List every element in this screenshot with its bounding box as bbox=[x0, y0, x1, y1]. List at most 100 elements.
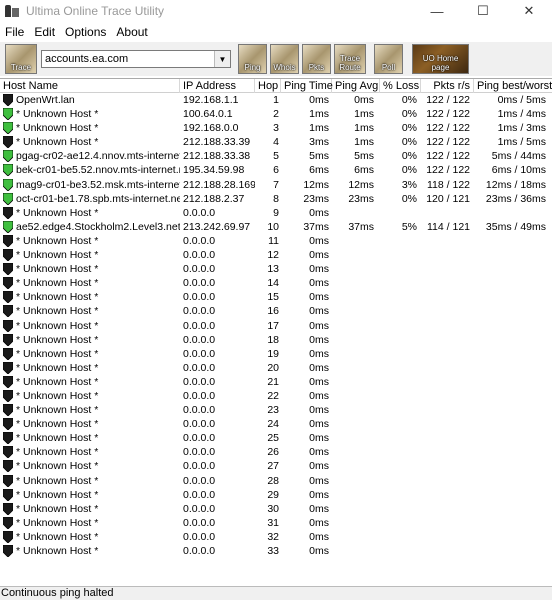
close-icon[interactable]: ✕ bbox=[506, 0, 552, 22]
cell-pkts bbox=[421, 333, 470, 347]
cell-pkts bbox=[421, 234, 470, 248]
table-row[interactable]: * Unknown Host * 192.168.0.0 3 1ms 1ms 0% 122 … bbox=[0, 121, 552, 135]
table-row[interactable]: * Unknown Host * 0.0.0.0 18 0ms bbox=[0, 333, 552, 347]
trace-rows: OpenWrt.lan 192.168.1.1 1 0ms 0ms 0% 122 / 122… bbox=[0, 93, 552, 558]
cell-ping-avg: 5ms bbox=[354, 150, 374, 163]
table-row[interactable]: * Unknown Host * 0.0.0.0 9 0ms bbox=[0, 206, 552, 220]
cell-pkts: 122 / 122 bbox=[426, 108, 470, 121]
table-row[interactable]: * Unknown Host * 0.0.0.0 17 0ms bbox=[0, 319, 552, 333]
col-ip-address[interactable]: IP Address bbox=[180, 79, 255, 93]
table-row[interactable]: * Unknown Host * 0.0.0.0 19 0ms bbox=[0, 347, 552, 361]
cell-ip: 0.0.0.0 bbox=[183, 432, 216, 445]
host-combo[interactable]: accounts.ea.com ▼ bbox=[41, 50, 231, 68]
cell-host: * Unknown Host * bbox=[16, 249, 99, 262]
table-row[interactable]: * Unknown Host * 0.0.0.0 25 0ms bbox=[0, 431, 552, 445]
table-row[interactable]: * Unknown Host * 0.0.0.0 30 0ms bbox=[0, 502, 552, 516]
cell-loss bbox=[380, 459, 417, 473]
table-row[interactable]: * Unknown Host * 0.0.0.0 21 0ms bbox=[0, 375, 552, 389]
table-row[interactable]: bek-cr01-be5.52.nnov.mts-internet.net 195… bbox=[0, 163, 552, 177]
table-row[interactable]: OpenWrt.lan 192.168.1.1 1 0ms 0ms 0% 122 / 122… bbox=[0, 93, 552, 107]
col-pkts[interactable]: Pkts r/s bbox=[421, 79, 474, 93]
trace-route-button[interactable]: Trace Route bbox=[334, 44, 366, 74]
table-row[interactable]: * Unknown Host * 100.64.0.1 2 1ms 1ms 0% 122 /… bbox=[0, 107, 552, 121]
table-row[interactable]: mag9-cr01-be3.52.msk.mts-internet.net212… bbox=[0, 178, 552, 192]
cell-ping-time: 0ms bbox=[309, 291, 329, 304]
cell-host: bek-cr01-be5.52.nnov.mts-internet.net bbox=[16, 164, 180, 177]
col-loss[interactable]: % Loss bbox=[380, 79, 421, 93]
table-row[interactable]: * Unknown Host * 0.0.0.0 22 0ms bbox=[0, 389, 552, 403]
cell-loss: 3% bbox=[401, 178, 417, 191]
col-hop[interactable]: Hop bbox=[255, 79, 281, 93]
cell-host: ae52.edge4.Stockholm2.Level3.net bbox=[16, 220, 180, 233]
cell-loss bbox=[380, 389, 417, 403]
cell-best-worst bbox=[474, 206, 546, 220]
cell-ip: 0.0.0.0 bbox=[183, 446, 216, 459]
cell-best-worst: 1ms / 5ms bbox=[497, 136, 546, 149]
table-row[interactable]: * Unknown Host * 0.0.0.0 20 0ms bbox=[0, 361, 552, 375]
col-ping-best-worst[interactable]: Ping best/worst bbox=[474, 79, 552, 93]
cell-ip: 0.0.0.0 bbox=[183, 545, 216, 557]
table-row[interactable]: * Unknown Host * 0.0.0.0 12 0ms bbox=[0, 248, 552, 262]
cell-host: * Unknown Host * bbox=[16, 108, 99, 121]
col-ping-avg[interactable]: Ping Avg bbox=[332, 79, 380, 93]
cell-best-worst bbox=[474, 389, 546, 403]
cell-ping-time: 23ms bbox=[303, 192, 329, 205]
table-row[interactable]: * Unknown Host * 0.0.0.0 11 0ms bbox=[0, 234, 552, 248]
table-row[interactable]: * Unknown Host * 0.0.0.0 23 0ms bbox=[0, 403, 552, 417]
title-bar: Ultima Online Trace Utility — ☐ ✕ bbox=[0, 0, 552, 22]
cell-ping-avg bbox=[332, 276, 374, 290]
ping-button[interactable]: Ping bbox=[238, 44, 267, 74]
poll-button[interactable]: Poll bbox=[374, 44, 403, 74]
host-input[interactable]: accounts.ea.com bbox=[45, 53, 128, 65]
uo-home-page-button[interactable]: UO Home page bbox=[412, 44, 469, 74]
cell-ping-avg bbox=[332, 530, 374, 544]
table-row[interactable]: * Unknown Host * 0.0.0.0 29 0ms bbox=[0, 488, 552, 502]
cell-hop: 12 bbox=[267, 249, 279, 262]
cell-ping-time: 0ms bbox=[309, 545, 329, 557]
table-row[interactable]: pgag-cr02-ae12.4.nnov.mts-internet.net21… bbox=[0, 149, 552, 163]
table-row[interactable]: * Unknown Host * 0.0.0.0 27 0ms bbox=[0, 459, 552, 473]
cell-best-worst bbox=[474, 474, 546, 488]
cell-ip: 212.188.28.169 bbox=[183, 178, 255, 191]
pkts-button[interactable]: Pkts bbox=[302, 44, 331, 74]
table-row[interactable]: * Unknown Host * 212.188.33.39 4 3ms 1ms 0% 12… bbox=[0, 135, 552, 149]
cell-hop: 18 bbox=[267, 333, 279, 346]
table-row[interactable]: * Unknown Host * 0.0.0.0 28 0ms bbox=[0, 474, 552, 488]
cell-ping-avg bbox=[332, 206, 374, 220]
table-row[interactable]: * Unknown Host * 0.0.0.0 32 0ms bbox=[0, 530, 552, 544]
chevron-down-icon[interactable]: ▼ bbox=[214, 51, 230, 67]
menu-edit[interactable]: Edit bbox=[29, 25, 60, 39]
cell-loss bbox=[380, 333, 417, 347]
col-ping-time[interactable]: Ping Time bbox=[281, 79, 333, 93]
cell-hop: 1 bbox=[273, 94, 279, 106]
cell-best-worst: 6ms / 10ms bbox=[491, 164, 546, 177]
table-row[interactable]: * Unknown Host * 0.0.0.0 26 0ms bbox=[0, 445, 552, 459]
shield-icon bbox=[3, 249, 13, 262]
cell-loss bbox=[380, 276, 417, 290]
menu-file[interactable]: File bbox=[0, 25, 29, 39]
table-row[interactable]: oct-cr01-be1.78.spb.mts-internet.net 212.… bbox=[0, 192, 552, 206]
table-row[interactable]: * Unknown Host * 0.0.0.0 15 0ms bbox=[0, 290, 552, 304]
table-row[interactable]: * Unknown Host * 0.0.0.0 24 0ms bbox=[0, 417, 552, 431]
menu-options[interactable]: Options bbox=[60, 25, 111, 39]
table-row[interactable]: * Unknown Host * 0.0.0.0 14 0ms bbox=[0, 276, 552, 290]
whois-button[interactable]: Whois bbox=[270, 44, 299, 74]
table-row[interactable]: ae52.edge4.Stockholm2.Level3.net 213.242.… bbox=[0, 220, 552, 234]
cell-pkts bbox=[421, 530, 470, 544]
table-row[interactable]: * Unknown Host * 0.0.0.0 31 0ms bbox=[0, 516, 552, 530]
cell-hop: 31 bbox=[267, 516, 279, 529]
trace-button[interactable]: Trace bbox=[5, 44, 37, 74]
table-row[interactable]: * Unknown Host * 0.0.0.0 16 0ms bbox=[0, 304, 552, 318]
shield-icon bbox=[3, 502, 13, 515]
menu-about[interactable]: About bbox=[111, 25, 152, 39]
cell-ip: 213.242.69.97 bbox=[183, 220, 251, 233]
col-host-name[interactable]: Host Name bbox=[0, 79, 180, 93]
cell-hop: 6 bbox=[273, 164, 279, 177]
cell-best-worst: 1ms / 4ms bbox=[497, 108, 546, 121]
maximize-icon[interactable]: ☐ bbox=[460, 0, 506, 22]
cell-hop: 9 bbox=[273, 206, 279, 219]
shield-icon bbox=[3, 333, 13, 346]
minimize-icon[interactable]: — bbox=[414, 0, 460, 22]
table-row[interactable]: * Unknown Host * 0.0.0.0 33 0ms bbox=[0, 544, 552, 558]
table-row[interactable]: * Unknown Host * 0.0.0.0 13 0ms bbox=[0, 262, 552, 276]
